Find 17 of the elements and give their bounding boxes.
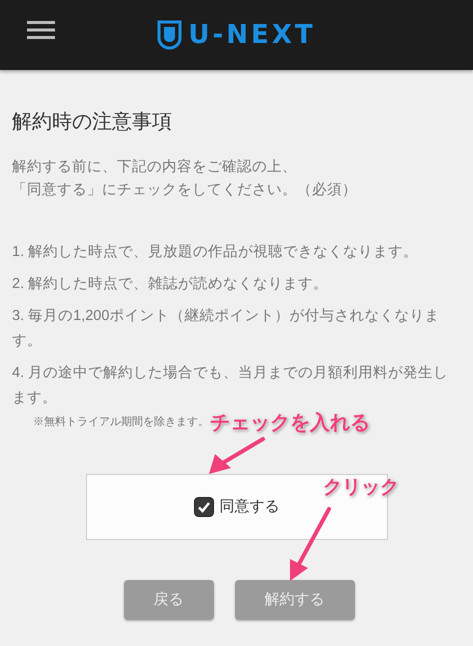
page-title: 解約時の注意事項 (12, 110, 173, 135)
cancel-subscription-button[interactable]: 解約する (234, 580, 354, 620)
annotation-label: チェックを入れる (210, 413, 370, 433)
remark-text: ※無料トライアル期間を除きます。 (33, 415, 209, 430)
notice-item: 4. 月の途中で解約した場合でも、当月までの月額利用料が発生します。 (12, 364, 450, 408)
notice-item: 1. 解約した時点で、見放題の作品が視聴できなくなります。 (12, 243, 420, 262)
menu-icon[interactable] (27, 21, 55, 39)
checkbox-icon[interactable] (194, 497, 214, 517)
annotation-label: クリック (323, 476, 399, 500)
notice-item: 2. 解約した時点で、雑誌が読めなくなります。 (12, 275, 330, 294)
agree-checkbox[interactable]: 同意する (194, 496, 280, 518)
notice-item: 3. 毎月の1,200ポイント（継続ポイント）が付与されなくなります。 (12, 307, 440, 351)
back-button[interactable]: 戻る (124, 580, 214, 620)
intro-text: 解約する前に、下記の内容をご確認の上、 (12, 158, 298, 177)
logo-text: U-NEXT (188, 18, 316, 52)
intro-text: 「同意する」にチェックをしてください。（必須） (12, 181, 358, 200)
shield-logo-icon (157, 20, 182, 50)
